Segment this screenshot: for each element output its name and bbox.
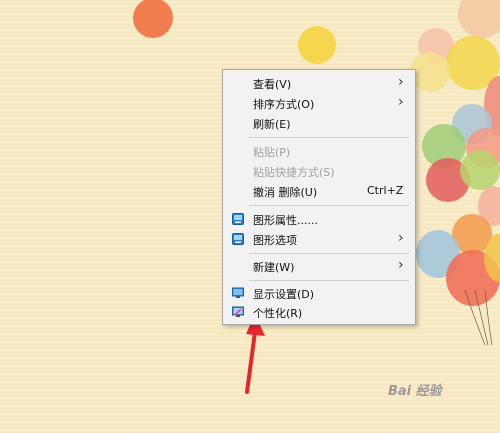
menu-item-label: 粘贴快捷方式(S): [253, 166, 335, 179]
menu-item-label: 排序方式(O): [253, 98, 315, 111]
balloon-strings: [464, 290, 493, 346]
menu-item-label: 显示设置(D): [253, 288, 315, 301]
menu-item-personalize[interactable]: 个性化(R): [223, 303, 415, 322]
menu-separator: [249, 280, 409, 281]
desktop-context-menu: 查看(V) › 排序方式(O) › 刷新(E) 粘贴(P) 粘贴快捷方式(S) …: [222, 69, 416, 325]
intel-graphics-icon: [232, 233, 244, 245]
menu-item-label: 粘贴(P): [253, 146, 291, 159]
menu-item-label: 新建(W): [253, 261, 295, 274]
menu-item-refresh[interactable]: 刷新(E): [223, 114, 415, 133]
menu-item-undo-delete[interactable]: 撤消 删除(U) Ctrl+Z: [223, 182, 415, 201]
menu-item-label: 个性化(R): [253, 307, 303, 320]
balloon-decoration: [410, 52, 450, 92]
menu-item-paste[interactable]: 粘贴(P): [223, 142, 415, 161]
watermark-logo: Bai 经验: [388, 384, 442, 399]
chevron-right-icon: ›: [398, 230, 404, 246]
balloon-decoration: [298, 26, 336, 64]
intel-graphics-icon: [232, 213, 244, 225]
balloon-decoration: [133, 0, 173, 38]
menu-separator: [249, 205, 409, 206]
menu-separator: [249, 137, 409, 138]
menu-item-label: 刷新(E): [253, 118, 291, 131]
menu-item-graphics-properties[interactable]: 图形属性......: [223, 210, 415, 229]
balloon-decoration: [458, 0, 500, 38]
menu-item-label: 查看(V): [253, 78, 292, 91]
menu-item-new[interactable]: 新建(W) ›: [223, 257, 415, 276]
menu-item-paste-shortcut[interactable]: 粘贴快捷方式(S): [223, 162, 415, 181]
menu-separator: [249, 253, 409, 254]
monitor-icon: [232, 287, 244, 298]
menu-item-shortcut: Ctrl+Z: [367, 184, 404, 197]
menu-item-display-settings[interactable]: 显示设置(D): [223, 284, 415, 303]
menu-item-sort[interactable]: 排序方式(O) ›: [223, 94, 415, 113]
menu-item-label: 撤消 删除(U): [253, 186, 318, 199]
menu-item-graphics-options[interactable]: 图形选项 ›: [223, 230, 415, 249]
menu-item-view[interactable]: 查看(V) ›: [223, 74, 415, 93]
chevron-right-icon: ›: [398, 94, 404, 110]
balloon-decoration: [460, 150, 500, 190]
personalize-icon: [232, 306, 244, 317]
menu-item-label: 图形选项: [253, 234, 297, 247]
chevron-right-icon: ›: [398, 257, 404, 273]
chevron-right-icon: ›: [398, 74, 404, 90]
menu-item-label: 图形属性......: [253, 214, 318, 227]
